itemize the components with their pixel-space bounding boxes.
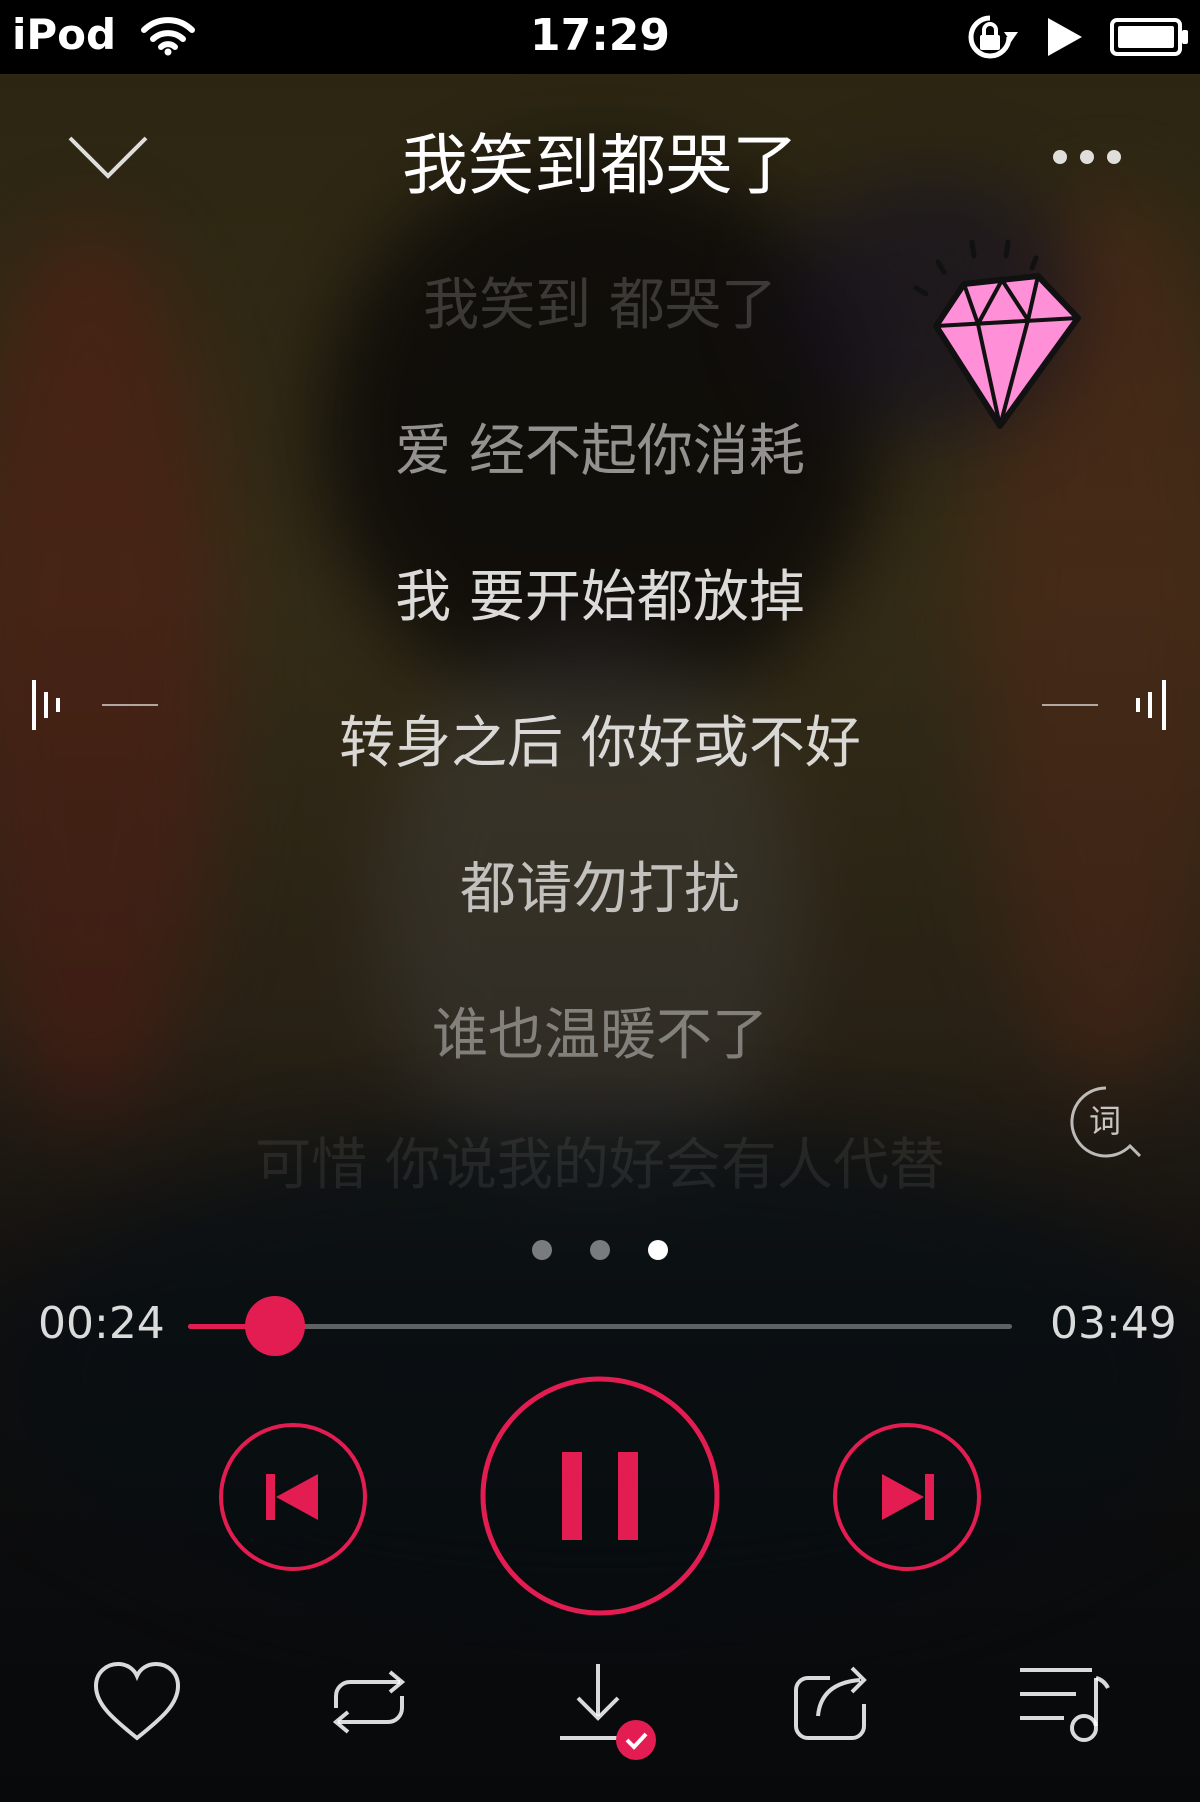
playlist-button[interactable]: [1016, 1660, 1112, 1748]
previous-button[interactable]: [218, 1422, 368, 1576]
page-indicator[interactable]: [0, 1240, 1200, 1264]
lyrics-toggle-label: 词: [1089, 1102, 1121, 1140]
page-dot-active[interactable]: [648, 1240, 668, 1260]
repeat-icon: [332, 1670, 406, 1734]
more-options-button[interactable]: [1040, 142, 1140, 172]
lyric-seek-left-icon: [30, 680, 160, 734]
total-time: 03:49: [1050, 1298, 1177, 1349]
lyric-line: 我 要开始都放掉: [395, 565, 805, 630]
progress-thumb[interactable]: [244, 1296, 305, 1356]
repeat-mode-button[interactable]: [322, 1660, 416, 1748]
download-button[interactable]: [556, 1660, 666, 1774]
previous-track-icon: [219, 1423, 367, 1571]
playlist-icon: [1020, 1668, 1110, 1742]
lyric-line: 爱 经不起你消耗: [395, 419, 805, 484]
lyrics-toggle-button[interactable]: 词: [1068, 1084, 1144, 1160]
page-dot[interactable]: [590, 1240, 610, 1260]
next-track-icon: [833, 1423, 981, 1571]
song-title: 我笑到都哭了: [402, 127, 798, 204]
lyric-seek-right-icon: [1040, 680, 1170, 734]
battery-icon: [1110, 18, 1190, 60]
rotation-lock-icon: [960, 12, 1022, 66]
chevron-down-icon: [68, 136, 148, 179]
favorite-button[interactable]: [92, 1660, 182, 1748]
progress-track[interactable]: [188, 1296, 1012, 1356]
lyric-line: 都请勿打扰: [460, 857, 740, 922]
share-icon: [794, 1666, 867, 1740]
next-button[interactable]: [832, 1422, 982, 1576]
lyric-line-current: 转身之后 你好或不好: [339, 711, 861, 776]
collapse-player-button[interactable]: [66, 128, 150, 188]
download-done-icon: [560, 1664, 656, 1760]
lyric-line: 谁也温暖不了: [432, 1003, 768, 1068]
lyric-line: 可惜 你说我的好会有人代替: [255, 1133, 945, 1198]
more-icon: [1053, 150, 1121, 164]
lyric-line: 我笑到 都哭了: [423, 273, 777, 338]
heart-icon: [93, 1661, 181, 1741]
elapsed-time: 00:24: [38, 1298, 165, 1349]
pause-icon: [480, 1376, 720, 1616]
share-button[interactable]: [790, 1660, 880, 1748]
play-pause-button[interactable]: [480, 1376, 720, 1620]
status-bar: iPod 17:29: [0, 0, 1200, 74]
now-playing-icon: [1048, 18, 1082, 60]
page-dot[interactable]: [532, 1240, 552, 1260]
